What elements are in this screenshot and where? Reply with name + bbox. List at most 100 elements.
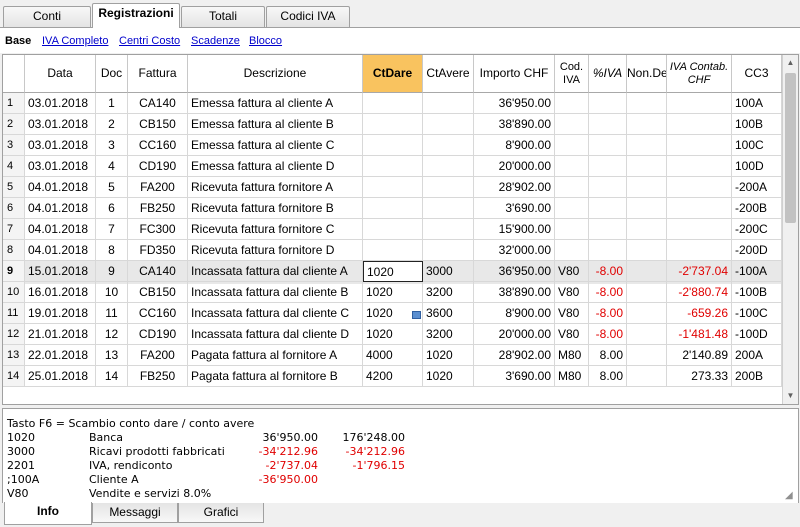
cell-data[interactable]: 03.01.2018	[25, 156, 96, 177]
cell-nonded[interactable]	[627, 261, 667, 282]
cell-nonded[interactable]	[627, 303, 667, 324]
cell-importo[interactable]: 3'690.00	[474, 366, 555, 387]
cell-ivacontab[interactable]	[667, 114, 732, 135]
scroll-up-icon[interactable]: ▲	[783, 55, 798, 71]
row-number[interactable]: 5	[3, 177, 25, 198]
cell-ctdare[interactable]: 1020	[363, 324, 423, 345]
cell-ctdare[interactable]	[363, 135, 423, 156]
cell-importo[interactable]: 38'890.00	[474, 114, 555, 135]
cell-doc[interactable]: 9	[96, 261, 128, 282]
col-header-iva-contab[interactable]: IVA Contab. CHF	[667, 55, 732, 93]
cell-ctdare[interactable]	[363, 156, 423, 177]
row-number[interactable]: 4	[3, 156, 25, 177]
cell-desc[interactable]: Ricevuta fattura fornitore D	[188, 240, 363, 261]
cell-cc3[interactable]: 200A	[732, 345, 782, 366]
row-number[interactable]: 10	[3, 282, 25, 303]
cell-nonded[interactable]	[627, 114, 667, 135]
table-row[interactable]: 2 03.01.2018 2 CB150 Emessa fattura al clien…	[3, 114, 783, 137]
cell-piva[interactable]: -8.00	[589, 282, 627, 303]
row-number[interactable]: 13	[3, 345, 25, 366]
col-header-doc[interactable]: Doc	[96, 55, 128, 93]
cell-ctavere[interactable]: 3600	[423, 303, 474, 324]
cell-cc3[interactable]: -100D	[732, 324, 782, 345]
cell-codiva[interactable]	[555, 93, 589, 114]
cell-cc3[interactable]: 100D	[732, 156, 782, 177]
cell-data[interactable]: 04.01.2018	[25, 240, 96, 261]
cell-importo[interactable]: 20'000.00	[474, 324, 555, 345]
cell-piva[interactable]	[589, 135, 627, 156]
cell-fattura[interactable]: CC160	[128, 303, 188, 324]
cell-ctavere[interactable]	[423, 219, 474, 240]
cell-data[interactable]: 03.01.2018	[25, 93, 96, 114]
row-number[interactable]: 3	[3, 135, 25, 156]
cell-data[interactable]: 16.01.2018	[25, 282, 96, 303]
cell-codiva[interactable]	[555, 114, 589, 135]
cell-fattura[interactable]: FA200	[128, 345, 188, 366]
cell-ctavere[interactable]	[423, 114, 474, 135]
col-header-non-ded[interactable]: Non.Ded	[627, 55, 667, 93]
cell-cc3[interactable]: -100B	[732, 282, 782, 303]
cell-ctavere[interactable]	[423, 240, 474, 261]
col-header-cod-iva[interactable]: Cod. IVA	[555, 55, 589, 93]
row-number[interactable]: 14	[3, 366, 25, 387]
cell-codiva[interactable]: M80	[555, 366, 589, 387]
cell-importo[interactable]: 36'950.00	[474, 261, 555, 282]
row-number[interactable]: 11	[3, 303, 25, 324]
table-corner[interactable]	[3, 55, 25, 93]
row-number[interactable]: 1	[3, 93, 25, 114]
cell-ctavere[interactable]	[423, 198, 474, 219]
cell-desc[interactable]: Incassata fattura dal cliente C	[188, 303, 363, 324]
cell-fattura[interactable]: CA140	[128, 93, 188, 114]
cell-data[interactable]: 04.01.2018	[25, 219, 96, 240]
cell-doc[interactable]: 8	[96, 240, 128, 261]
cell-nonded[interactable]	[627, 198, 667, 219]
cell-piva[interactable]	[589, 177, 627, 198]
cell-nonded[interactable]	[627, 219, 667, 240]
cell-ctdare[interactable]: 4000	[363, 345, 423, 366]
cell-piva[interactable]	[589, 93, 627, 114]
cell-piva[interactable]: -8.00	[589, 303, 627, 324]
cell-cc3[interactable]: -100A	[732, 261, 782, 282]
cell-piva[interactable]: 8.00	[589, 345, 627, 366]
cell-codiva[interactable]	[555, 177, 589, 198]
cell-piva[interactable]	[589, 240, 627, 261]
cell-codiva[interactable]: V80	[555, 324, 589, 345]
tab-conti[interactable]: Conti	[3, 6, 91, 27]
cell-cc3[interactable]: 200B	[732, 366, 782, 387]
cell-importo[interactable]: 28'902.00	[474, 345, 555, 366]
cell-piva[interactable]: -8.00	[589, 324, 627, 345]
cell-data[interactable]: 03.01.2018	[25, 135, 96, 156]
cell-fattura[interactable]: FB250	[128, 198, 188, 219]
cell-fattura[interactable]: FD350	[128, 240, 188, 261]
row-number[interactable]: 8	[3, 240, 25, 261]
cell-ivacontab[interactable]: 2'140.89	[667, 345, 732, 366]
scroll-down-icon[interactable]: ▼	[783, 388, 798, 404]
cell-nonded[interactable]	[627, 324, 667, 345]
cell-desc[interactable]: Pagata fattura al fornitore B	[188, 366, 363, 387]
cell-nonded[interactable]	[627, 135, 667, 156]
cell-ctdare[interactable]: 4200	[363, 366, 423, 387]
cell-ivacontab[interactable]: -659.26	[667, 303, 732, 324]
cell-data[interactable]: 03.01.2018	[25, 114, 96, 135]
cell-ctdare[interactable]	[363, 219, 423, 240]
cell-ctavere[interactable]: 3200	[423, 324, 474, 345]
cell-ivacontab[interactable]: 273.33	[667, 366, 732, 387]
table-row[interactable]: 3 03.01.2018 3 CC160 Emessa fattura al clien…	[3, 135, 783, 158]
cell-ctdare[interactable]	[363, 198, 423, 219]
cell-ctavere[interactable]	[423, 177, 474, 198]
cell-codiva[interactable]	[555, 198, 589, 219]
table-row[interactable]: 11 19.01.2018 11 CC160 Incassata fattura dal…	[3, 303, 783, 326]
cell-ctdare[interactable]: 1020	[363, 261, 423, 282]
cell-data[interactable]: 21.01.2018	[25, 324, 96, 345]
col-header-data[interactable]: Data	[25, 55, 96, 93]
cell-doc[interactable]: 13	[96, 345, 128, 366]
cell-desc[interactable]: Emessa fattura al cliente B	[188, 114, 363, 135]
cell-desc[interactable]: Emessa fattura al cliente A	[188, 93, 363, 114]
cell-fattura[interactable]: CD190	[128, 156, 188, 177]
cell-fattura[interactable]: FB250	[128, 366, 188, 387]
cell-fattura[interactable]: FA200	[128, 177, 188, 198]
cell-ctavere[interactable]	[423, 93, 474, 114]
cell-doc[interactable]: 10	[96, 282, 128, 303]
tab-totali[interactable]: Totali	[181, 6, 265, 27]
table-row[interactable]: 14 25.01.2018 14 FB250 Pagata fattura al for…	[3, 366, 783, 389]
